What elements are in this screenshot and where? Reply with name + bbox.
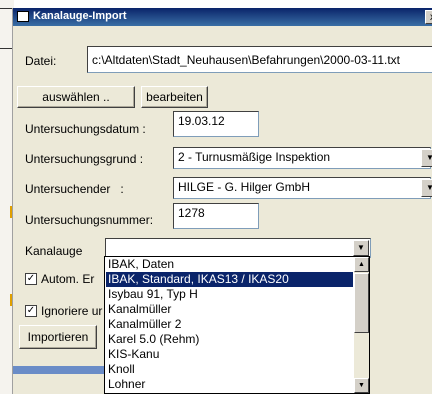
importieren-button[interactable]: Importieren bbox=[19, 325, 97, 349]
nummer-label: Untersuchungsnummer: bbox=[25, 213, 154, 227]
grund-select[interactable]: 2 - Turnusmäßige Inspektion bbox=[173, 147, 431, 169]
datum-label: Untersuchungsdatum : bbox=[25, 122, 146, 136]
untersuchender-dropdown-button[interactable]: ▼ bbox=[421, 179, 432, 197]
ignoriere-label: Ignoriere ur bbox=[41, 304, 103, 318]
close-button[interactable]: x bbox=[425, 10, 432, 24]
scrollbar-thumb[interactable] bbox=[354, 273, 369, 333]
dropdown-item[interactable]: Kanalmüller bbox=[106, 302, 353, 317]
dropdown-item[interactable]: IBAK, Daten bbox=[106, 257, 353, 272]
window-icon bbox=[17, 11, 29, 22]
grund-label: Untersuchungsgrund : bbox=[25, 152, 144, 166]
dropdown-scrollbar[interactable]: ▲ ▼ bbox=[354, 257, 369, 393]
untersuchender-select[interactable]: HILGE - G. Hilger GmbH bbox=[173, 177, 431, 199]
dropdown-item[interactable]: Lohner bbox=[106, 377, 353, 392]
kanalauge-label: Kanalauge bbox=[25, 244, 83, 258]
grund-dropdown-button[interactable]: ▼ bbox=[421, 149, 432, 167]
window-title: Kanalauge-Import bbox=[33, 10, 127, 22]
background-line bbox=[0, 8, 12, 9]
dropdown-item-selected[interactable]: IBAK, Standard, IKAS13 / IKAS20 bbox=[106, 272, 353, 287]
untersuchender-label: Untersuchender : bbox=[25, 182, 124, 196]
dropdown-item[interactable]: Kanalmüller 2 bbox=[106, 317, 353, 332]
dropdown-item[interactable]: KIS-Kanu bbox=[106, 347, 353, 362]
dropdown-item[interactable]: Isybau 91, Typ H bbox=[106, 287, 353, 302]
kanalauge-dropdown-list[interactable]: IBAK, Daten IBAK, Standard, IKAS13 / IKA… bbox=[104, 256, 370, 394]
ignoriere-checkbox[interactable]: ✓ bbox=[25, 305, 37, 317]
title-bar[interactable]: Kanalauge-Import x bbox=[13, 8, 432, 26]
scroll-down-arrow-icon[interactable]: ▼ bbox=[354, 378, 369, 393]
scroll-up-arrow-icon[interactable]: ▲ bbox=[354, 257, 369, 272]
dropdown-item[interactable]: Karel 5.0 (Rehm) bbox=[106, 332, 353, 347]
bearbeiten-button[interactable]: bearbeiten bbox=[141, 86, 208, 108]
auswaehlen-button[interactable]: auswählen .. bbox=[17, 86, 135, 108]
autom-checkbox[interactable]: ✓ bbox=[25, 273, 37, 285]
dropdown-item[interactable]: Knoll bbox=[106, 362, 353, 377]
background-line bbox=[0, 48, 12, 49]
status-strip bbox=[13, 366, 113, 374]
autom-label: Autom. Er bbox=[41, 272, 95, 286]
nummer-field[interactable]: 1278 bbox=[173, 203, 259, 229]
kanalauge-dropdown-button[interactable]: ▼ bbox=[353, 240, 369, 256]
kanalauge-select[interactable] bbox=[105, 238, 371, 258]
datei-field[interactable]: c:\Altdaten\Stadt_Neuhausen\Befahrungen\… bbox=[87, 46, 432, 73]
datum-field[interactable]: 19.03.12 bbox=[173, 111, 259, 137]
datei-label: Datei: bbox=[25, 54, 57, 68]
